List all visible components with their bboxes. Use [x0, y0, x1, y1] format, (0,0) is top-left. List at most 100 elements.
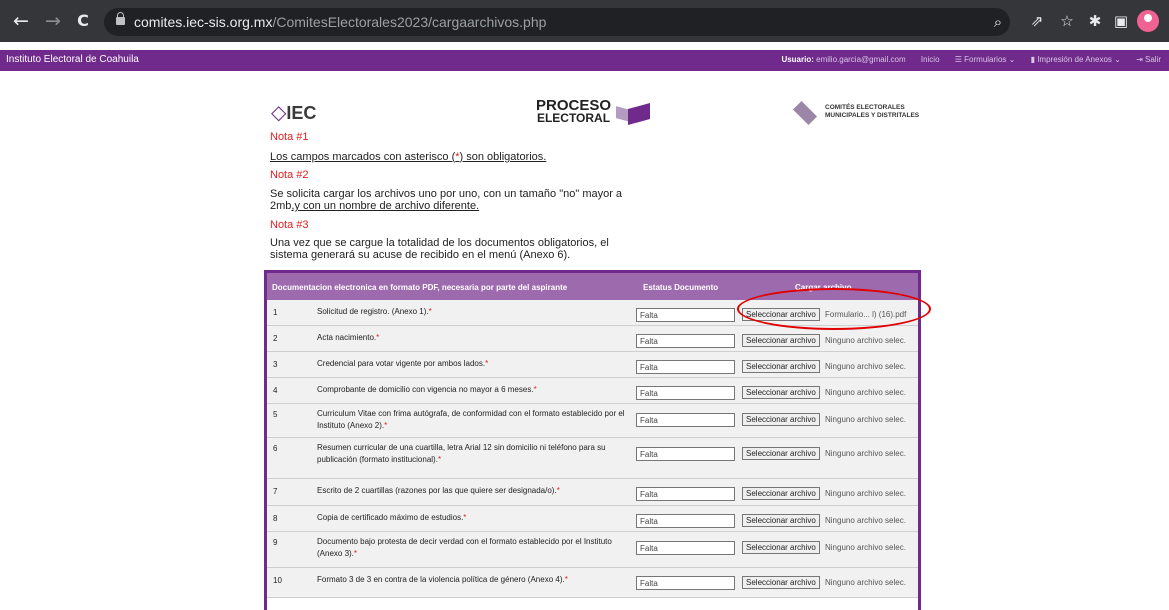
table-row: 7 Escrito de 2 cuartillas (razones por la…: [267, 479, 918, 506]
iec-logo: ◇IEC: [271, 100, 316, 124]
row-description-text: Solicitud de registro. (Anexo 1).: [317, 307, 429, 316]
zoom-icon[interactable]: ⌕: [986, 10, 1010, 34]
status-field[interactable]: Falta: [636, 576, 735, 590]
row-description: Escrito de 2 cuartillas (razones por las…: [317, 485, 637, 497]
user-info: Usuario: emilio.garcia@gmail.com: [781, 55, 905, 64]
row-description-text: Formato 3 de 3 en contra de la violencia…: [317, 575, 565, 584]
status-field[interactable]: Falta: [636, 541, 735, 555]
status-field[interactable]: Falta: [636, 334, 735, 348]
required-asterisk: *: [564, 575, 568, 584]
address-bar[interactable]: comites.iec-sis.org.mx/ComitesElectorale…: [104, 8, 1010, 36]
row-description-text: Documento bajo protesta de decir verdad …: [317, 537, 612, 558]
ballot-box-icon: [628, 103, 650, 125]
row-description-text: Curriculum Vitae con frima autógrafa, de…: [317, 409, 625, 430]
selected-file-name: Ninguno archivo selec.: [825, 543, 906, 552]
row-description: Documento bajo protesta de decir verdad …: [317, 536, 637, 560]
table-row: 8 Copia de certificado máximo de estudios…: [267, 506, 918, 532]
site-brand[interactable]: Instituto Electoral de Coahuila: [6, 54, 139, 65]
select-file-button[interactable]: Seleccionar archivo: [742, 386, 820, 399]
col-estatus: Estatus Documento: [643, 283, 719, 292]
select-file-button[interactable]: Seleccionar archivo: [742, 514, 820, 527]
row-description-text: Copia de certificado máximo de estudios.: [317, 513, 464, 522]
status-field[interactable]: Falta: [636, 514, 735, 528]
status-field[interactable]: Falta: [636, 308, 735, 322]
selected-file-name: Ninguno archivo selec.: [825, 578, 906, 587]
row-description-text: Credencial para votar vigente por ambos …: [317, 359, 486, 368]
reload-button[interactable]: C: [70, 8, 96, 34]
row-number: 2: [273, 334, 278, 343]
share-icon[interactable]: ⇗: [1025, 9, 1049, 33]
status-field[interactable]: Falta: [636, 386, 735, 400]
row-description-text: Comprobante de domicilio con vigencia no…: [317, 385, 534, 394]
row-description: Copia de certificado máximo de estudios.…: [317, 512, 637, 524]
status-field[interactable]: Falta: [636, 360, 735, 374]
selected-file-name: Ninguno archivo selec.: [825, 516, 906, 525]
selected-file-name: Ninguno archivo selec.: [825, 415, 906, 424]
sidepanel-icon[interactable]: ▣: [1109, 9, 1133, 33]
nav-inicio[interactable]: Inicio: [921, 55, 940, 64]
row-description: Acta nacimiento.*: [317, 332, 637, 344]
row-description-text: Resumen curricular de una cuartilla, let…: [317, 443, 606, 464]
user-email: emilio.garcia@gmail.com: [816, 55, 906, 64]
row-number: 1: [273, 308, 278, 317]
selected-file-name: Ninguno archivo selec.: [825, 362, 906, 371]
iec-logo-text: IEC: [286, 103, 317, 123]
row-number: 3: [273, 360, 278, 369]
note-3-title: Nota #3: [270, 219, 309, 231]
table-row: 3 Credencial para votar vigente por ambos…: [267, 352, 918, 378]
url-text[interactable]: comites.iec-sis.org.mx/ComitesElectorale…: [134, 14, 546, 30]
select-file-button[interactable]: Seleccionar archivo: [742, 576, 820, 589]
navbar-menu: Usuario: emilio.garcia@gmail.com Inicio …: [768, 55, 1161, 64]
required-asterisk: *: [437, 455, 442, 464]
row-description-text: Escrito de 2 cuartillas (razones por las…: [317, 486, 557, 495]
required-asterisk: *: [556, 486, 560, 495]
required-asterisk: *: [463, 513, 467, 522]
row-number: 4: [273, 386, 278, 395]
browser-toolbar: ← → C comites.iec-sis.org.mx/ComitesElec…: [0, 0, 1169, 42]
select-file-button[interactable]: Seleccionar archivo: [742, 360, 820, 373]
table-row: 4 Comprobante de domicilio con vigencia n…: [267, 378, 918, 404]
select-file-button[interactable]: Seleccionar archivo: [742, 413, 820, 426]
status-field[interactable]: Falta: [636, 487, 735, 501]
row-number: 9: [273, 538, 278, 547]
note-2-text-b: ,y con un nombre de archivo diferente.: [291, 200, 480, 212]
select-file-button[interactable]: Seleccionar archivo: [742, 447, 820, 460]
electoral-logo-text: ELECTORAL: [536, 111, 611, 125]
lock-icon[interactable]: [116, 12, 125, 25]
table-row: 5 Curriculum Vitae con frima autógrafa, d…: [267, 404, 918, 438]
back-button[interactable]: ←: [8, 8, 34, 34]
row-description: Comprobante de domicilio con vigencia no…: [317, 384, 637, 396]
row-number: 6: [273, 444, 278, 453]
note-1-text-a: Los campos marcados con asterisco (: [270, 151, 456, 163]
selected-file-name: Ninguno archivo selec.: [825, 489, 906, 498]
row-description-text: Acta nacimiento.: [317, 333, 377, 342]
select-file-button[interactable]: Seleccionar archivo: [742, 334, 820, 347]
row-description: Resumen curricular de una cuartilla, let…: [317, 442, 637, 466]
nav-formularios[interactable]: ☰ Formularios ⌄: [955, 55, 1016, 64]
selected-file-name: Ninguno archivo selec.: [825, 449, 906, 458]
comites-logo-text: COMITÉS ELECTORALES: [825, 104, 905, 111]
required-asterisk: *: [533, 385, 537, 394]
star-icon[interactable]: ☆: [1055, 9, 1079, 33]
status-field[interactable]: Falta: [636, 413, 735, 427]
table-row: 10 Formato 3 de 3 en contra de la violenc…: [267, 568, 918, 598]
note-1-text-b: ) son obligatorios.: [459, 151, 547, 163]
note-1-text: Los campos marcados con asterisco (*) so…: [270, 151, 650, 163]
selected-file-name: Ninguno archivo selec.: [825, 388, 906, 397]
row-description: Solicitud de registro. (Anexo 1).*: [317, 306, 637, 318]
user-label: Usuario:: [781, 55, 814, 64]
nav-salir[interactable]: ⇥ Salir: [1136, 55, 1161, 64]
profile-icon[interactable]: [1137, 10, 1159, 32]
puzzle-icon[interactable]: ✱: [1083, 9, 1107, 33]
status-field[interactable]: Falta: [636, 447, 735, 461]
select-file-button[interactable]: Seleccionar archivo: [742, 541, 820, 554]
required-asterisk: *: [485, 359, 489, 368]
nav-impresion-anexos[interactable]: ▮ Impresión de Anexos ⌄: [1031, 55, 1121, 64]
select-file-button[interactable]: Seleccionar archivo: [742, 487, 820, 500]
url-path: /ComitesElectorales2023/cargaarchivos.ph…: [272, 14, 547, 30]
forward-button[interactable]: →: [40, 8, 66, 34]
note-3-text: Una vez que se cargue la totalidad de lo…: [270, 237, 609, 261]
selected-file-name: Ninguno archivo selec.: [825, 336, 906, 345]
note-2-text: Se solicita cargar los archivos uno por …: [270, 188, 645, 212]
site-navbar: Instituto Electoral de Coahuila Usuario:…: [0, 50, 1169, 71]
